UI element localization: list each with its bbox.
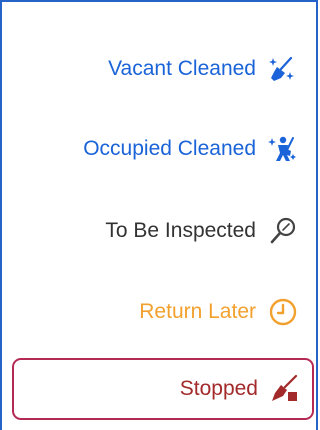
menu-item-vacant-cleaned[interactable]: Vacant Cleaned [2, 39, 312, 99]
menu-item-label: Stopped [179, 377, 258, 400]
broom-sparkle-icon [268, 54, 298, 84]
magnifier-icon [268, 216, 298, 246]
menu-item-label: Return Later [139, 300, 256, 323]
menu-item-to-be-inspected[interactable]: To Be Inspected [2, 201, 312, 261]
status-menu-panel: Vacant Cleaned Occupied Cleaned To Be In [0, 0, 318, 430]
menu-item-return-later[interactable]: Return Later [2, 282, 312, 342]
clock-alert-icon [268, 297, 298, 327]
menu-item-label: Vacant Cleaned [108, 57, 256, 80]
broom-stop-icon [270, 374, 300, 404]
menu-item-occupied-cleaned[interactable]: Occupied Cleaned [2, 119, 312, 179]
menu-item-label: To Be Inspected [105, 219, 256, 242]
person-broom-icon [268, 134, 298, 164]
menu-item-label: Occupied Cleaned [83, 137, 256, 160]
menu-item-stopped[interactable]: Stopped [12, 358, 314, 420]
